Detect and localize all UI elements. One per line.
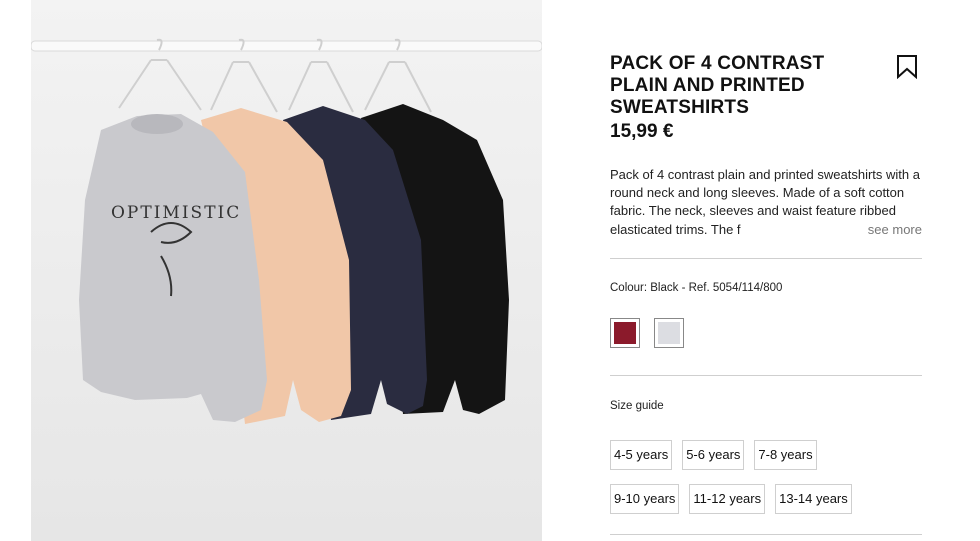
- size-option[interactable]: 5-6 years: [682, 440, 745, 470]
- colour-swatch-burgundy[interactable]: [610, 318, 640, 348]
- size-row: 9-10 years 11-12 years 13-14 years: [610, 484, 852, 514]
- see-more-link[interactable]: see more: [868, 222, 922, 237]
- product-image[interactable]: OPTIMISTIC: [31, 0, 542, 541]
- colour-swatch-light-grey[interactable]: [654, 318, 684, 348]
- size-guide-link[interactable]: Size guide: [610, 400, 664, 412]
- divider: [610, 534, 922, 535]
- size-option[interactable]: 9-10 years: [610, 484, 680, 514]
- size-option[interactable]: 13-14 years: [775, 484, 852, 514]
- product-price: 15,99 €: [610, 121, 674, 142]
- product-description: Pack of 4 contrast plain and printed swe…: [610, 166, 922, 238]
- size-option[interactable]: 7-8 years: [754, 440, 817, 470]
- sweatshirts-photo: OPTIMISTIC: [31, 0, 542, 541]
- size-option[interactable]: 4-5 years: [610, 440, 673, 470]
- swatch-fill: [658, 322, 680, 344]
- colour-swatches: [610, 318, 684, 348]
- print-text: OPTIMISTIC: [111, 203, 241, 223]
- divider: [610, 258, 922, 259]
- bookmark-icon[interactable]: [896, 55, 918, 80]
- swatch-fill: [614, 322, 636, 344]
- size-option[interactable]: 11-12 years: [689, 484, 766, 514]
- product-info-panel: PACK OF 4 CONTRAST PLAIN AND PRINTED SWE…: [610, 0, 922, 541]
- product-title: PACK OF 4 CONTRAST PLAIN AND PRINTED SWE…: [610, 53, 825, 118]
- colour-reference: Colour: Black - Ref. 5054/114/800: [610, 282, 783, 294]
- divider: [610, 375, 922, 376]
- size-row: 4-5 years 5-6 years 7-8 years: [610, 440, 817, 470]
